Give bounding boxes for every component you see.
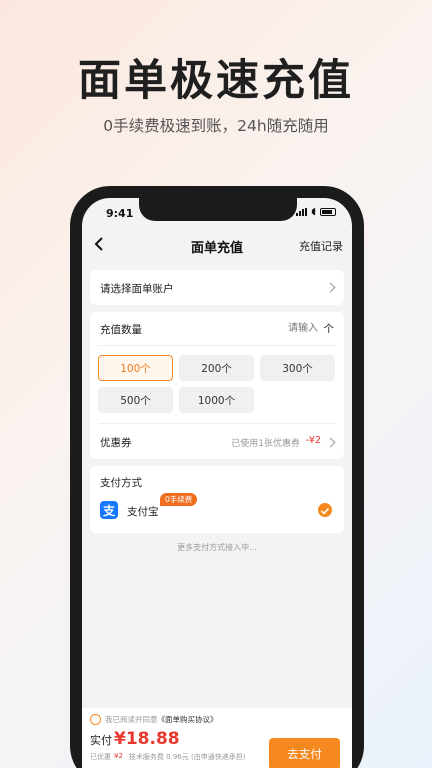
agreement-checkbox[interactable]	[90, 713, 101, 725]
total-label: 实付	[90, 734, 112, 747]
total-row: 实付 ¥18.88	[90, 729, 180, 749]
coupon-used-text: 已使用1张优惠券	[231, 439, 300, 449]
promo-subtitle: 0手续费极速到账，24h随充随用	[103, 117, 329, 135]
coupon-row[interactable]: 优惠券 已使用1张优惠券 -¥2	[90, 424, 344, 459]
agreement-link[interactable]: 《面单购买协议》	[158, 714, 218, 725]
signal-icon	[296, 208, 308, 216]
quantity-option-100[interactable]: 100个	[98, 355, 173, 381]
coupon-discount: -¥2	[305, 435, 321, 446]
zero-fee-badge: 0手续费	[160, 493, 198, 506]
account-selector[interactable]: 请选择面单账户	[90, 270, 344, 305]
chevron-right-icon	[325, 437, 336, 448]
account-placeholder: 请选择面单账户	[100, 283, 174, 295]
total-amount: ¥18.88	[114, 729, 180, 749]
phone-frame: 9:41 ◖ 面单充值 充值记录 请选择面单账户 充值数量 个 100	[70, 186, 364, 768]
discount-label: 已优惠	[90, 753, 111, 761]
check-icon	[318, 503, 332, 517]
discount-amount: ¥2	[114, 752, 123, 760]
quantity-unit: 个	[323, 323, 335, 335]
quantity-input[interactable]	[238, 319, 318, 337]
recharge-record-link[interactable]: 充值记录	[299, 238, 343, 254]
phone-notch	[139, 198, 297, 221]
quantity-label: 充值数量	[100, 324, 142, 336]
agreement-row[interactable]: 我已阅读并同意 《面单购买协议》	[90, 712, 218, 726]
coupon-label: 优惠券	[100, 437, 132, 449]
discount-row: 已优惠 ¥2 技术服务费 0.96元 (由申通快递承担)	[90, 752, 245, 762]
divider	[98, 345, 336, 346]
battery-icon	[320, 208, 336, 216]
wifi-icon: ◖	[311, 207, 316, 217]
quantity-option-1000[interactable]: 1000个	[179, 387, 254, 413]
service-fee-text: 技术服务费 0.96元 (由申通快递承担)	[128, 753, 246, 761]
payment-card: 支付方式 支 支付宝 0手续费	[90, 466, 344, 533]
nav-bar: 面单充值 充值记录	[82, 232, 352, 260]
status-time: 9:41	[106, 207, 134, 220]
more-payment-text: 更多支付方式接入中...	[177, 543, 257, 552]
quantity-option-200[interactable]: 200个	[179, 355, 254, 381]
checkout-bar: 我已阅读并同意 《面单购买协议》 实付 ¥18.88 已优惠 ¥2 技术服务费 …	[82, 708, 352, 768]
pay-button[interactable]: 去支付	[269, 738, 340, 768]
alipay-label: 支付宝	[127, 506, 159, 518]
alipay-option[interactable]: 支 支付宝 0手续费	[90, 493, 344, 530]
status-icons: ◖	[296, 207, 336, 217]
app-screen: 9:41 ◖ 面单充值 充值记录 请选择面单账户 充值数量 个 100	[82, 198, 352, 768]
quantity-option-300[interactable]: 300个	[260, 355, 335, 381]
alipay-icon: 支	[100, 501, 118, 519]
promo-title: 面单极速充值	[78, 56, 354, 106]
payment-section-label: 支付方式	[100, 477, 142, 489]
agreement-prefix: 我已阅读并同意	[105, 714, 158, 724]
quantity-option-500[interactable]: 500个	[98, 387, 173, 413]
quantity-card: 充值数量 个 100个 200个 300个 500个 1000个 优惠券 已使用…	[90, 312, 344, 459]
chevron-right-icon	[325, 282, 336, 293]
